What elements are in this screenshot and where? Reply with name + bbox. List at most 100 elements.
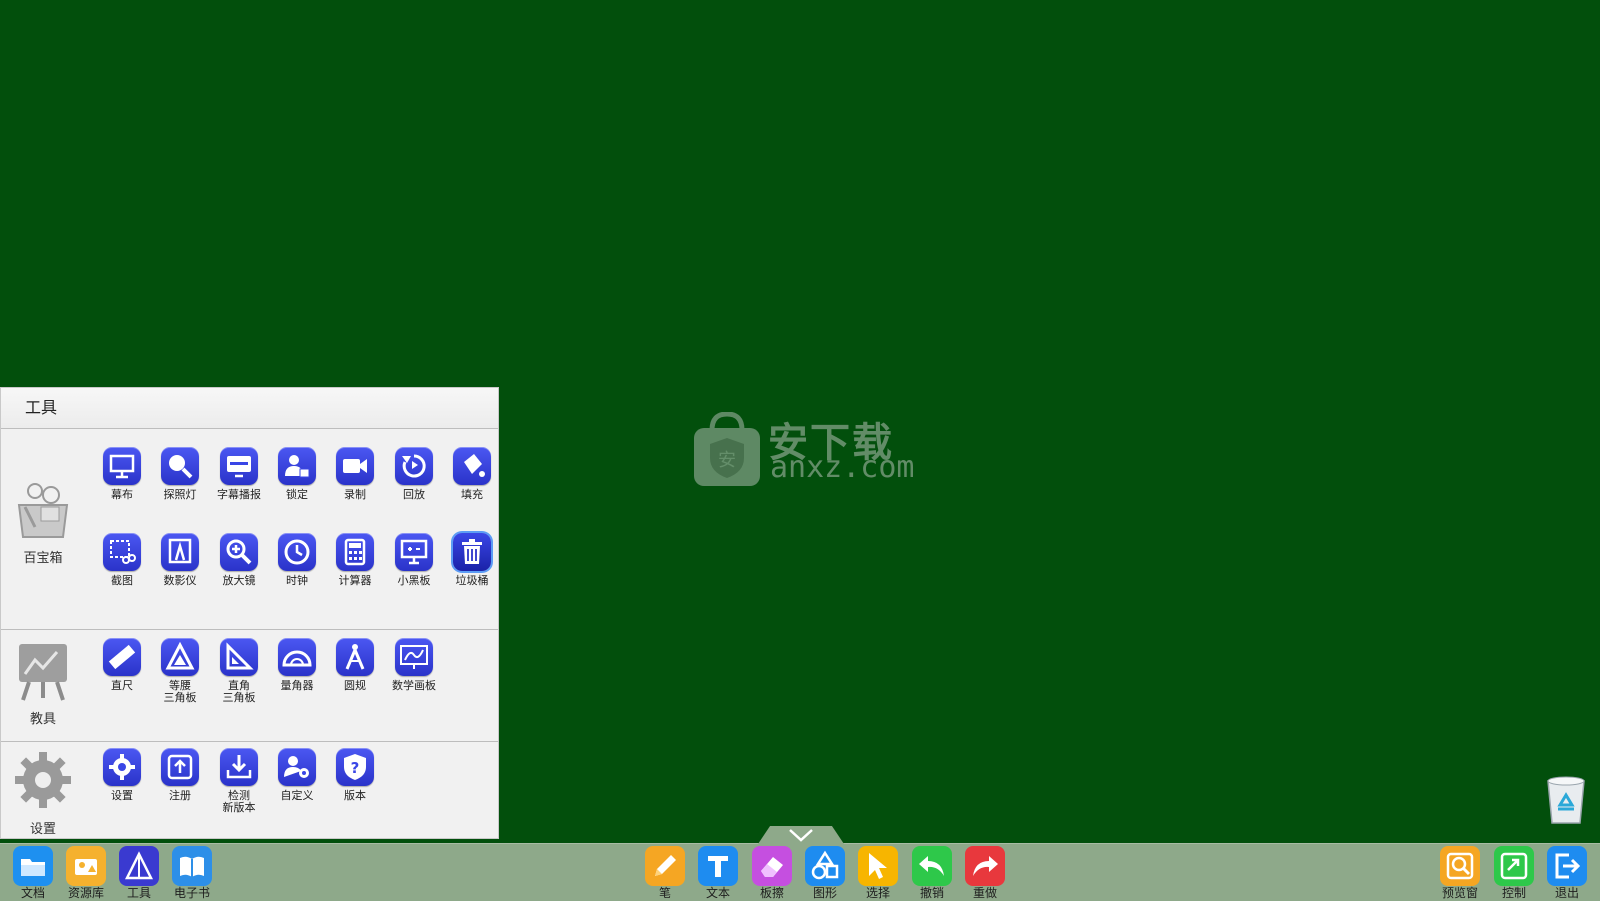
tool-subtitle-broadcast-button[interactable]: 字幕播报 bbox=[210, 447, 268, 501]
tool-replay-btn-face[interactable] bbox=[395, 447, 433, 485]
tool-register-btn-face[interactable] bbox=[161, 748, 199, 786]
tool-download-update-btn-face[interactable] bbox=[220, 748, 258, 786]
tool-lock-user-btn-face[interactable] bbox=[278, 447, 316, 485]
tool-label: 等腰 三角板 bbox=[163, 679, 197, 704]
category-teaching-aids[interactable]: 教具 bbox=[9, 638, 77, 727]
tool-math-board-btn-face[interactable] bbox=[395, 638, 433, 676]
tool-gear-btn-face[interactable] bbox=[103, 748, 141, 786]
toolbar-folder-face[interactable] bbox=[13, 846, 53, 886]
tool-register-button[interactable]: 注册 bbox=[151, 748, 209, 802]
tool-isosceles-triangle-btn-face[interactable] bbox=[161, 638, 199, 676]
toolbar-label: 笔 bbox=[658, 886, 671, 900]
tool-custom-user-btn-face[interactable] bbox=[278, 748, 316, 786]
tool-search-light-btn-face[interactable] bbox=[161, 447, 199, 485]
tool-label: 直角 三角板 bbox=[222, 679, 256, 704]
tool-small-blackboard-button[interactable]: 小黑板 bbox=[385, 533, 443, 587]
category-treasure-box[interactable]: 百宝箱 bbox=[9, 477, 77, 566]
section-treasure-box: 百宝箱 幕布 探照灯 字幕播报 锁定 录制 回放 填充截图 数影仪 放大镜 时钟 计算器 小黑板 垃圾桶 bbox=[1, 429, 498, 630]
tool-right-triangle-btn-face[interactable] bbox=[220, 638, 258, 676]
toolbar-select-cursor-button[interactable]: 选择 bbox=[852, 846, 904, 900]
tool-clock-button[interactable]: 时钟 bbox=[268, 533, 326, 587]
tool-label: 探照灯 bbox=[163, 488, 197, 501]
toolbar-text-button[interactable]: 文本 bbox=[692, 846, 744, 900]
tool-replay-button[interactable]: 回放 bbox=[385, 447, 443, 501]
tool-calculator-btn-face[interactable] bbox=[336, 533, 374, 571]
collapse-toolbar-tab[interactable] bbox=[758, 826, 844, 844]
tool-search-light-button[interactable]: 探照灯 bbox=[151, 447, 209, 501]
toolbar-shapes-button[interactable]: 图形 bbox=[799, 846, 851, 900]
toolbar-pen-face[interactable] bbox=[645, 846, 685, 886]
tool-label: 圆规 bbox=[344, 679, 366, 692]
eraser-icon bbox=[761, 857, 783, 877]
toolbar-select-cursor-face[interactable] bbox=[858, 846, 898, 886]
toolbar-tools-button[interactable]: 工具 bbox=[113, 846, 165, 900]
tool-label: 字幕播报 bbox=[217, 488, 261, 501]
tool-camera-btn-face[interactable] bbox=[336, 447, 374, 485]
toolbar-exit-button[interactable]: 退出 bbox=[1541, 846, 1593, 900]
tool-isosceles-triangle-button[interactable]: 等腰 三角板 bbox=[151, 638, 209, 704]
tool-fill-bucket-button[interactable]: 填充 bbox=[443, 447, 501, 501]
tool-magnifier-button[interactable]: 放大镜 bbox=[210, 533, 268, 587]
toolbar-preview-face[interactable] bbox=[1440, 846, 1480, 886]
toolbar-eraser-face[interactable] bbox=[752, 846, 792, 886]
tool-lock-user-button[interactable]: 锁定 bbox=[268, 447, 326, 501]
toolbar-pen-button[interactable]: 笔 bbox=[639, 846, 691, 900]
tool-magnifier-btn-face[interactable] bbox=[220, 533, 258, 571]
tool-screen-button[interactable]: 幕布 bbox=[93, 447, 151, 501]
tool-subtitle-broadcast-btn-face[interactable] bbox=[220, 447, 258, 485]
tool-screenshot-button[interactable]: 截图 bbox=[93, 533, 151, 587]
folder-icon bbox=[21, 859, 45, 876]
toolbar-text-face[interactable] bbox=[698, 846, 738, 886]
tool-math-board-button[interactable]: 数学画板 bbox=[385, 638, 443, 692]
tool-screen-btn-face[interactable] bbox=[103, 447, 141, 485]
recycle-bin-icon[interactable] bbox=[1544, 775, 1588, 825]
toolbar-preview-button[interactable]: 预览窗 bbox=[1434, 846, 1486, 900]
tool-protractor-btn-face[interactable] bbox=[278, 638, 316, 676]
tool-ruler-button[interactable]: 直尺 bbox=[93, 638, 151, 692]
compass-icon bbox=[345, 644, 365, 670]
toolbar-label: 文档 bbox=[20, 886, 45, 900]
toolbar-label: 电子书 bbox=[173, 886, 210, 900]
toolbar-resource-face[interactable] bbox=[66, 846, 106, 886]
toolbar-eraser-button[interactable]: 板擦 bbox=[746, 846, 798, 900]
tool-ruler-btn-face[interactable] bbox=[103, 638, 141, 676]
toolbar-redo-face[interactable] bbox=[965, 846, 1005, 886]
tool-custom-user-button[interactable]: 自定义 bbox=[268, 748, 326, 802]
toolbar-resource-button[interactable]: 资源库 bbox=[60, 846, 112, 900]
tool-calculator-button[interactable]: 计算器 bbox=[326, 533, 384, 587]
tool-download-update-button[interactable]: 检测 新版本 bbox=[210, 748, 268, 814]
tool-version-shield-button[interactable]: ? 版本 bbox=[326, 748, 384, 802]
toolbar-redo-button[interactable]: 重做 bbox=[959, 846, 1011, 900]
tool-clock-btn-face[interactable] bbox=[278, 533, 316, 571]
tool-small-blackboard-btn-face[interactable] bbox=[395, 533, 433, 571]
screenshot-icon bbox=[110, 540, 136, 564]
toolbar-undo-button[interactable]: 撤销 bbox=[906, 846, 958, 900]
tool-label: 设置 bbox=[111, 789, 133, 802]
toolbar-folder-button[interactable]: 文档 bbox=[7, 846, 59, 900]
tool-compass-btn-face[interactable] bbox=[336, 638, 374, 676]
toolbar-exit-face[interactable] bbox=[1547, 846, 1587, 886]
tool-fill-bucket-btn-face[interactable] bbox=[453, 447, 491, 485]
tool-camera-button[interactable]: 录制 bbox=[326, 447, 384, 501]
tool-protractor-button[interactable]: 量角器 bbox=[268, 638, 326, 692]
tool-label: 量角器 bbox=[280, 679, 314, 692]
tool-trash-button[interactable]: 垃圾桶 bbox=[443, 533, 501, 587]
tool-right-triangle-button[interactable]: 直角 三角板 bbox=[210, 638, 268, 704]
tool-gear-button[interactable]: 设置 bbox=[93, 748, 151, 802]
small-blackboard-icon bbox=[400, 539, 428, 565]
toolbar-undo-face[interactable] bbox=[912, 846, 952, 886]
toolbar-shapes-face[interactable] bbox=[805, 846, 845, 886]
toolbar-control-face[interactable] bbox=[1494, 846, 1534, 886]
tool-document-camera-button[interactable]: 数影仪 bbox=[151, 533, 209, 587]
tool-compass-button[interactable]: 圆规 bbox=[326, 638, 384, 692]
tool-version-shield-btn-face[interactable]: ? bbox=[336, 748, 374, 786]
toolbar-ebook-face[interactable] bbox=[172, 846, 212, 886]
toolbar-control-button[interactable]: 控制 bbox=[1488, 846, 1540, 900]
toolbar-ebook-button[interactable]: 电子书 bbox=[166, 846, 218, 900]
category-settings[interactable]: 设置 bbox=[9, 748, 77, 837]
toolbar-tools-face[interactable] bbox=[119, 846, 159, 886]
tool-trash-btn-face[interactable] bbox=[453, 533, 491, 571]
tool-screenshot-btn-face[interactable] bbox=[103, 533, 141, 571]
tool-document-camera-btn-face[interactable] bbox=[161, 533, 199, 571]
svg-text:?: ? bbox=[351, 759, 360, 777]
